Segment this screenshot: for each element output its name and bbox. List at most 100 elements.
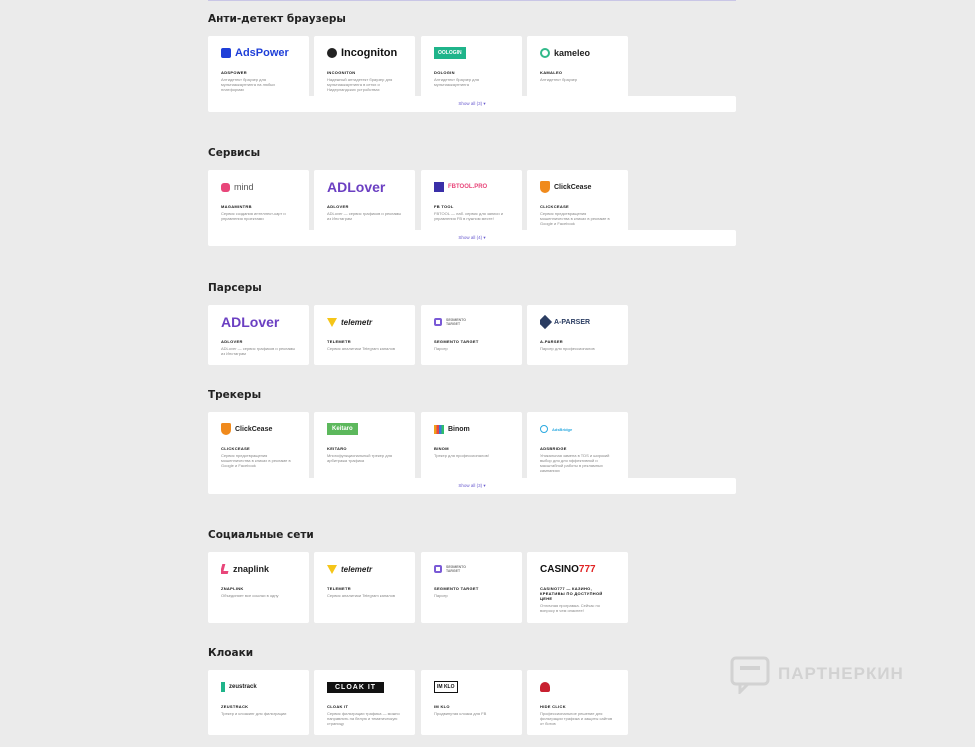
section-3: Трекеры ClickCease CLICKCEASE Сервис предот… — [208, 388, 736, 494]
service-name: CLICKCEASE — [540, 204, 570, 209]
service-description: Парсер для профессионалов — [540, 346, 595, 351]
segmento-icon — [434, 565, 442, 573]
service-name: ADSPOWER — [221, 70, 247, 75]
logo-text: telemetr — [341, 317, 373, 327]
service-card[interactable]: CLOAK IT CLOAK IT Сервис фильтрации трафик… — [314, 670, 415, 735]
service-name: SEGMENTO TARGET — [434, 586, 479, 591]
service-card[interactable]: ADLover ADLOVER ADLover — сервис графиков … — [208, 305, 309, 365]
service-description: Объединяет все ссылки в одну — [221, 593, 279, 598]
service-card[interactable]: Binom BINOM Трекер для профессионалов! — [421, 412, 522, 482]
service-name: ZEUSTRACK — [221, 704, 249, 709]
service-logo: A-PARSER — [540, 311, 615, 333]
service-card[interactable]: znaplink ZNAPLINK Объединяет все ссылки в … — [208, 552, 309, 623]
show-all-button[interactable]: Show all (3) ▾ — [208, 96, 736, 112]
logo-text: zeustrack — [229, 684, 257, 690]
section-0: Анти-детект браузеры AdsPower ADSPOWER Анти… — [208, 12, 736, 112]
service-name: ADSBRIDGE — [540, 446, 567, 451]
service-description: Антидетект браузер для мультиаккаунтинга — [434, 77, 479, 87]
service-card[interactable]: ClickCease CLICKCEASE Сервис предотвращени… — [208, 412, 309, 482]
service-card[interactable]: A-PARSER A-PARSER Парсер для профессионало… — [527, 305, 628, 365]
service-name: CASINO777 — КАЗИНО, КРЕАТИВЫ ПО ДОСТУПНО… — [540, 586, 603, 601]
service-card[interactable]: telemetr TELEMETR Сервис аналитики Telegra… — [314, 552, 415, 623]
card-grid: mind MAGAMINTRB Сервис создания интеллект-… — [208, 170, 736, 236]
show-all-button[interactable]: Show all (3) ▾ — [208, 478, 736, 494]
service-card[interactable]: ADLover ADLOVER ADLover — сервис графиков … — [314, 170, 415, 236]
logo-text: ADLover — [221, 314, 280, 330]
segmento-icon — [434, 318, 442, 326]
service-description: ADLover — сервис графиков и рекламы из И… — [221, 346, 296, 356]
service-description: Продвинутая клоака для FB — [434, 711, 487, 716]
service-card[interactable]: Incogniton INCOGNITON Надежный антидетект … — [314, 36, 415, 101]
service-card[interactable]: mind MAGAMINTRB Сервис создания интеллект-… — [208, 170, 309, 236]
service-card[interactable]: Keitaro KEITARO Многофункциональный трекер… — [314, 412, 415, 482]
clickcease-shield-icon — [540, 181, 550, 193]
service-name: TELEMETR — [327, 339, 351, 344]
service-logo — [540, 676, 615, 698]
adspower-icon — [221, 48, 231, 58]
mind-icon — [221, 182, 230, 192]
logo-text: SEGMENTO TARGET — [446, 565, 466, 573]
service-card[interactable]: telemetr TELEMETR Сервис аналитики Telegra… — [314, 305, 415, 365]
service-description: Надежный антидетект браузер для мультиак… — [327, 77, 393, 92]
section-title: Сервисы — [208, 147, 261, 159]
telemetr-icon — [327, 317, 337, 327]
card-grid: AdsPower ADSPOWER Антидетект браузер для м… — [208, 36, 736, 101]
service-logo: Binom — [434, 418, 509, 440]
znaplink-icon — [221, 564, 231, 574]
service-card[interactable]: HIDE CLICK Профессиональное решение для ф… — [527, 670, 628, 735]
service-logo: telemetr — [327, 558, 402, 580]
service-card[interactable]: AdsPower ADSPOWER Антидетект браузер для м… — [208, 36, 309, 101]
service-description: FBTOOL — лаб. сервис для записи и управл… — [434, 211, 503, 221]
service-card[interactable]: zeustrack ZEUSTRACK Трекер и клоакинг для … — [208, 670, 309, 735]
service-logo: kameleo — [540, 42, 615, 64]
service-description: Отличная програмка. Сейчас по вопросу в … — [540, 603, 600, 613]
service-card[interactable]: FBTOOL.PRO FB TOOL FBTOOL — лаб. сервис дл… — [421, 170, 522, 236]
service-card[interactable]: ClickCease CLICKCEASE Сервис предотвращени… — [527, 170, 628, 236]
service-name: TELEMETR — [327, 586, 351, 591]
service-name: DOLOGIN — [434, 70, 455, 75]
section-2: Парсеры ADLover ADLOVER ADLover — сервис гр… — [208, 281, 736, 370]
incogniton-icon — [327, 48, 337, 58]
service-card[interactable]: SEGMENTO TARGET SEGMENTO TARGET Парсер — [421, 305, 522, 365]
service-logo: SEGMENTO TARGET — [434, 311, 509, 333]
service-name: ADLOVER — [221, 339, 243, 344]
logo-text: OOLOGIN — [434, 47, 466, 59]
logo-text: kameleo — [554, 48, 591, 58]
service-name: A-PARSER — [540, 339, 563, 344]
service-card[interactable]: AdsBridge ADSBRIDGE Уникальная замена в TD… — [527, 412, 628, 482]
service-logo: ADLover — [221, 311, 296, 333]
service-description: Парсер — [434, 346, 448, 351]
service-description: Профессиональное решение для фильтрации … — [540, 711, 613, 726]
kameleo-icon — [540, 48, 550, 58]
service-card[interactable]: SEGMENTO TARGET SEGMENTO TARGET Парсер — [421, 552, 522, 623]
service-card[interactable]: OOLOGIN DOLOGIN Антидетект браузер для мул… — [421, 36, 522, 101]
service-logo: ClickCease — [540, 176, 615, 198]
service-card[interactable]: CASINO777 CASINO777 — КАЗИНО, КРЕАТИВЫ ПО… — [527, 552, 628, 623]
service-card[interactable]: kameleo KAMALEO Антидетект браузер — [527, 36, 628, 101]
service-logo: OOLOGIN — [434, 42, 509, 64]
service-name: BINOM — [434, 446, 449, 451]
section-title: Парсеры — [208, 282, 262, 294]
logo-text: AdsBridge — [552, 426, 573, 432]
service-description: Сервис аналитики Telegram каналов — [327, 593, 395, 598]
binom-bars-icon — [434, 424, 444, 434]
logo-text: SEGMENTO TARGET — [446, 318, 466, 326]
service-description: Сервис предотвращения мошенничества в кл… — [540, 211, 610, 226]
section-1: Сервисы mind MAGAMINTRB Сервис создания инт… — [208, 146, 736, 246]
partnerkin-logo-icon — [730, 656, 770, 694]
card-grid: znaplink ZNAPLINK Объединяет все ссылки в … — [208, 552, 736, 623]
section-title: Клоаки — [208, 647, 254, 659]
service-card[interactable]: IM KLO IM KLO Продвинутая клоака для FB — [421, 670, 522, 735]
service-logo: ADLover — [327, 176, 402, 198]
adsbridge-icon — [540, 425, 548, 433]
logo-text: Keitaro — [327, 423, 358, 435]
show-all-button[interactable]: Show all (4) ▾ — [208, 230, 736, 246]
service-description: Трекер и клоакинг для фильтрации — [221, 711, 287, 716]
watermark-text: ПАРТНЕРКИН — [778, 664, 904, 683]
card-grid: ClickCease CLICKCEASE Сервис предотвращени… — [208, 412, 736, 482]
service-logo: mind — [221, 176, 296, 198]
service-description: Многофункциональный трекер для арбитража… — [327, 453, 393, 463]
service-description: Сервис фильтрации трафика — можно направ… — [327, 711, 400, 726]
service-name: CLICKCEASE — [221, 446, 251, 451]
hideclick-icon — [540, 682, 550, 692]
